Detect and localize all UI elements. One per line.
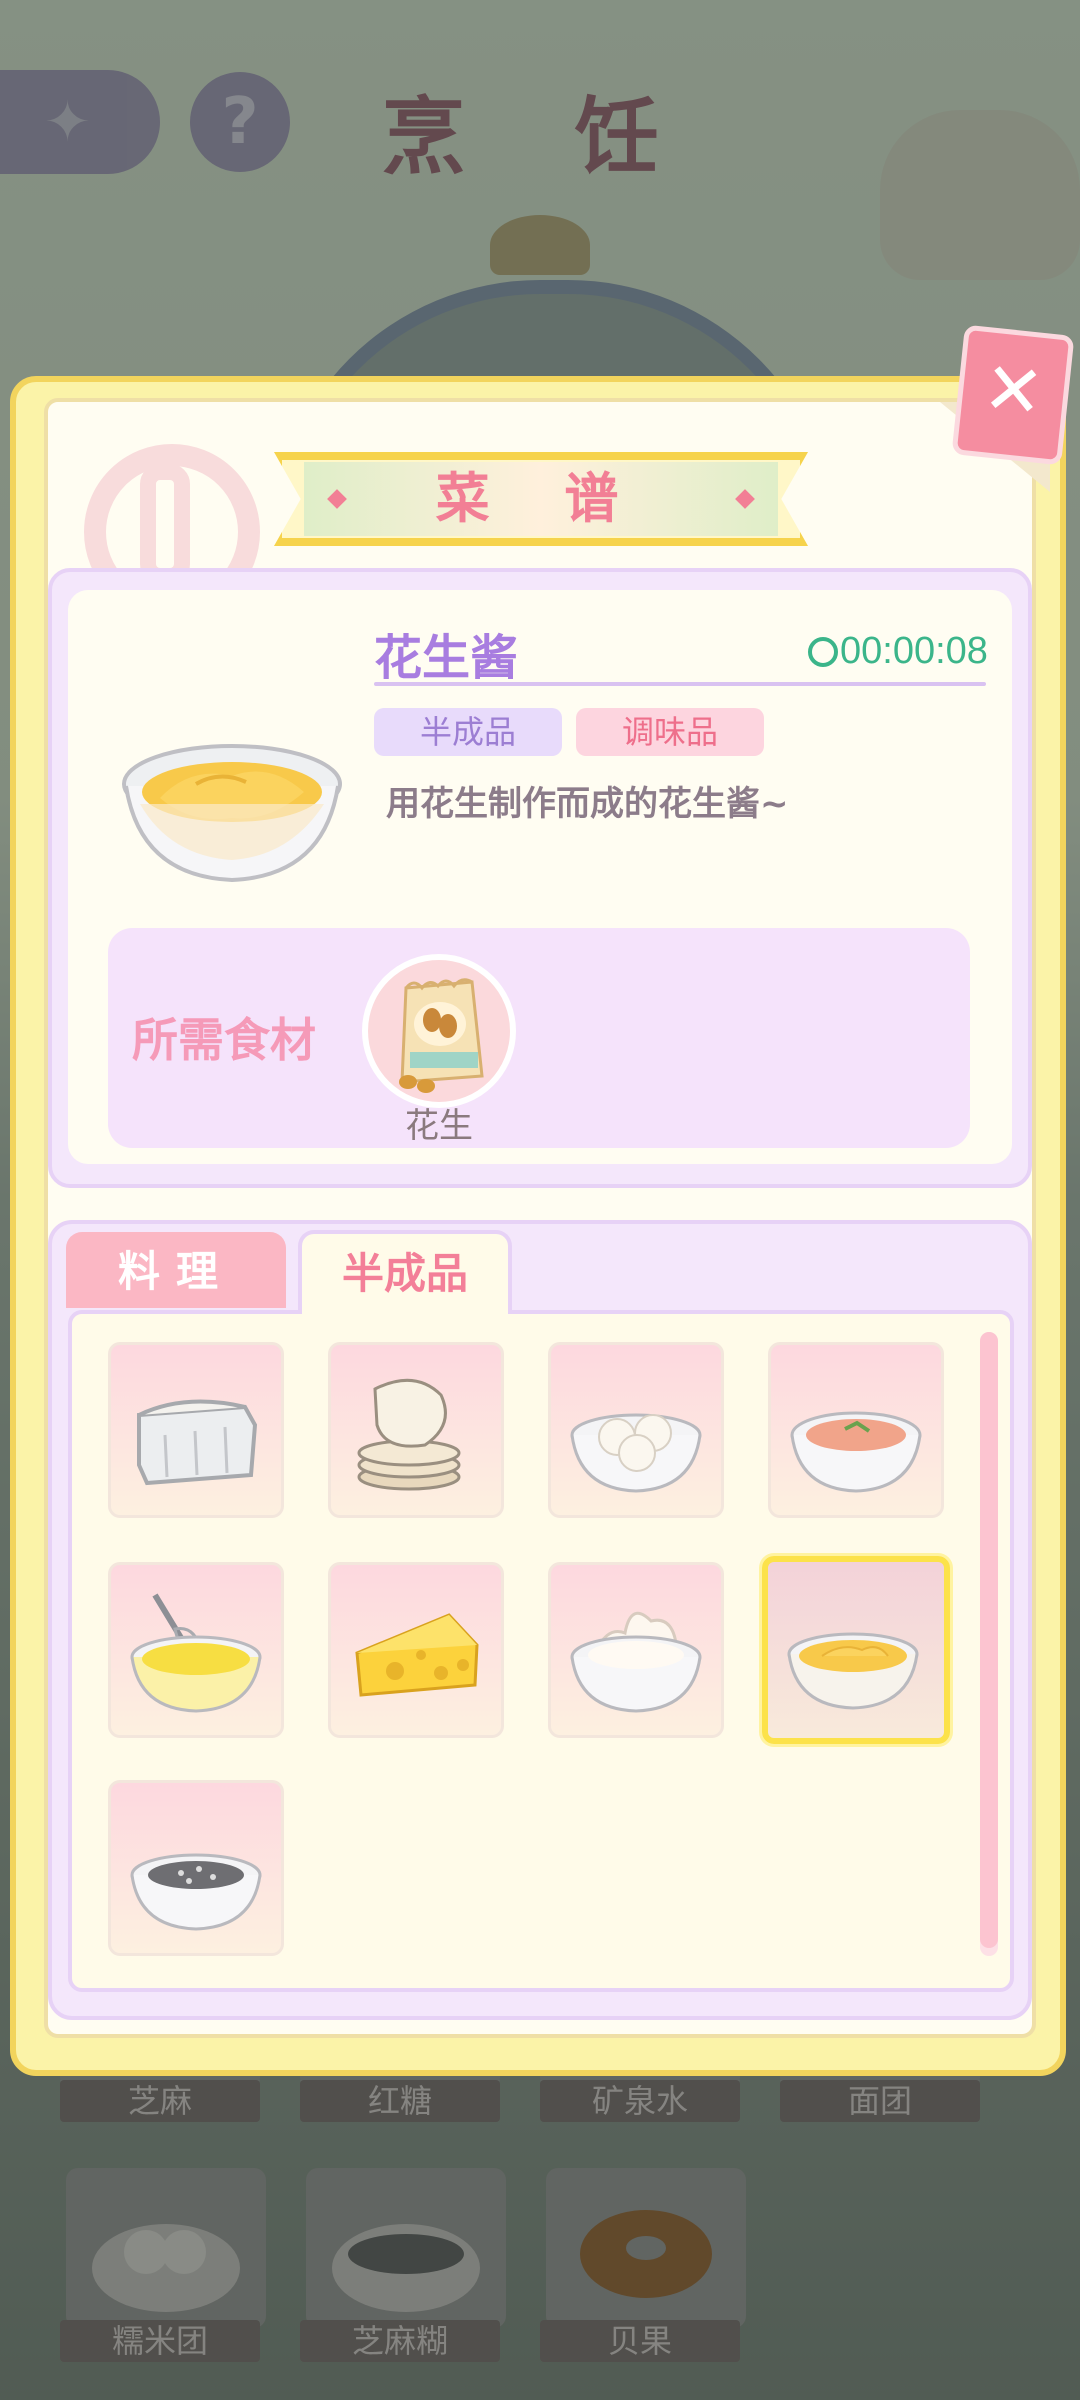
scrollbar-thumb[interactable]	[980, 1332, 998, 1948]
dish-description: 用花生制作而成的花生酱~	[386, 784, 789, 824]
ingredient-name: 花生	[405, 1106, 473, 1146]
cook-timer: 00:00:08	[808, 630, 988, 673]
peanut-butter-bowl-icon	[122, 744, 342, 883]
peanut-bag-icon	[399, 978, 484, 1093]
watermark-logo-mark	[140, 464, 190, 584]
item-card[interactable]	[768, 1342, 944, 1518]
timer-value: 00:00:08	[840, 630, 988, 672]
item-card[interactable]	[108, 1342, 284, 1518]
item-card[interactable]	[328, 1562, 504, 1738]
sesame-bowl-icon	[130, 1853, 262, 1931]
item-card[interactable]	[328, 1342, 504, 1518]
flatbread-stack-icon	[357, 1378, 461, 1491]
whipped-cream-bowl-icon	[570, 1611, 702, 1713]
tab-semi-finished[interactable]: 半成品	[298, 1230, 512, 1314]
tag-badge: 调味品	[576, 708, 764, 756]
close-icon: ✕	[979, 345, 1048, 435]
ingredients-label: 所需食材	[132, 1013, 316, 1067]
panel-title: 菜 谱	[435, 467, 647, 530]
bread-loaf-icon	[137, 1399, 258, 1486]
dumpling-bowl-icon	[570, 1413, 702, 1493]
close-button[interactable]: ✕	[951, 324, 1075, 466]
item-card-selected[interactable]	[762, 1556, 950, 1744]
peanut-butter-bowl-icon	[787, 1632, 919, 1710]
item-card[interactable]	[108, 1780, 284, 1956]
whisked-egg-bowl-icon	[130, 1593, 262, 1713]
divider	[374, 682, 986, 686]
tag-badge: 半成品	[374, 708, 562, 756]
clock-icon	[808, 637, 838, 667]
dish-name: 花生酱	[374, 630, 519, 686]
item-card[interactable]	[548, 1342, 724, 1518]
ingredient-slot[interactable]	[362, 954, 516, 1108]
shrimp-paste-bowl-icon	[790, 1411, 922, 1493]
cheese-icon	[355, 1613, 479, 1697]
item-card[interactable]	[108, 1562, 284, 1738]
item-card[interactable]	[548, 1562, 724, 1738]
tab-dishes[interactable]: 料理	[66, 1232, 286, 1308]
